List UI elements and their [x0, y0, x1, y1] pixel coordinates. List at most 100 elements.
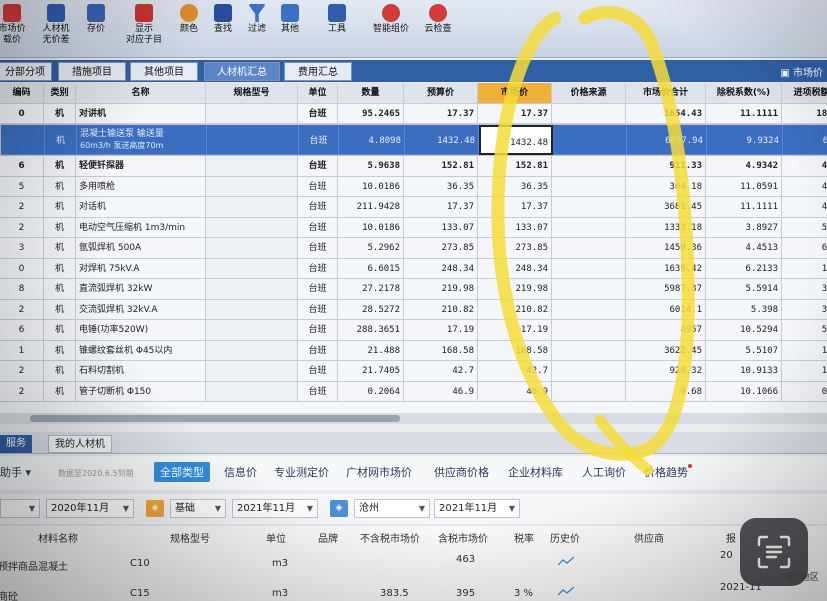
bcol-report[interactable]: 报 — [726, 530, 736, 545]
cell-spec[interactable] — [206, 103, 298, 124]
cell-total[interactable]: 1639.42 — [626, 258, 706, 279]
cloud-check-button[interactable]: 云检查 — [420, 0, 456, 58]
cell-market[interactable]: 152.81 — [478, 156, 552, 177]
bcol-brand[interactable]: 品牌 — [318, 530, 338, 545]
cell-type[interactable]: 机 — [44, 238, 76, 259]
cell-spec[interactable] — [206, 279, 298, 300]
cell-tax[interactable]: 10.5294 — [706, 320, 782, 341]
table-row[interactable]: 2 机交流弧焊机 32kV.A 台班 28.5272 210.82 210.82 6014.… — [0, 299, 827, 320]
cell-qty[interactable]: 288.3651 — [338, 320, 404, 341]
cell-code[interactable]: 2 — [0, 361, 44, 382]
col-header-source[interactable]: 价格来源 — [552, 83, 626, 104]
assistant-dropdown[interactable]: 助手 ▾ — [0, 464, 31, 480]
cell-input[interactable]: 183. — [782, 104, 827, 124]
subtab-labor-inquiry[interactable]: 人工询价 — [582, 464, 626, 480]
cell-budget[interactable]: 46.9 — [404, 381, 478, 402]
cell-total[interactable]: 928.32 — [626, 361, 706, 382]
cell-code[interactable] — [1, 125, 45, 155]
table-row[interactable]: 2 机管子切断机 Φ150 台班 0.2064 46.9 46.9 9.68 10.1066 0… — [0, 381, 827, 402]
cell-input[interactable]: 324 — [782, 300, 827, 320]
cell-spec[interactable] — [206, 299, 298, 320]
table-row[interactable]: 3 机氩弧焊机 500A 台班 5.2962 273.85 273.85 1450.36 4.… — [0, 238, 827, 259]
cell-unit[interactable]: 台班 — [298, 156, 338, 177]
cell-unit[interactable]: 台班 — [298, 340, 338, 361]
cell-unit[interactable]: 台班 — [298, 361, 338, 382]
history-chart-icon[interactable] — [558, 556, 574, 566]
bcol-spec[interactable]: 规格型号 — [170, 530, 210, 545]
col-header-qty[interactable]: 数量 — [338, 83, 404, 104]
cell-spec[interactable] — [206, 238, 298, 259]
col-header-spec[interactable]: 规格型号 — [206, 83, 298, 104]
cell-source[interactable] — [552, 299, 626, 320]
cell-type[interactable]: 机 — [44, 156, 76, 177]
cell-qty[interactable]: 211.9428 — [338, 197, 404, 218]
color-button[interactable]: 颜色 — [176, 0, 202, 58]
tab-cost-summary[interactable]: 费用汇总 — [284, 62, 352, 81]
cell-input[interactable]: 334 — [782, 279, 827, 300]
cell-code[interactable]: 1 — [0, 340, 44, 361]
cell-budget[interactable]: 1432.48 — [405, 125, 479, 155]
cell-qty[interactable]: 5.9638 — [338, 156, 404, 177]
cell-total[interactable]: 1450.36 — [626, 238, 706, 259]
subtab-price-trend[interactable]: 价格趋势 — [644, 464, 688, 480]
cell-input[interactable]: 101 — [782, 259, 827, 279]
cell-total[interactable]: 3681.45 — [626, 197, 706, 218]
cell-budget[interactable]: 36.35 — [404, 176, 478, 197]
cell-input[interactable]: 64. — [782, 238, 827, 259]
smart-pricing-button[interactable]: 智能组价 — [366, 0, 416, 58]
cell-budget[interactable]: 248.34 — [404, 258, 478, 279]
market-price-label[interactable]: ▣ 市场价 — [780, 64, 823, 79]
cell-type[interactable]: 机 — [44, 361, 76, 382]
cell-input[interactable]: 44. — [782, 156, 827, 177]
table-row[interactable]: 机混凝土输送泵 输送量 60m3/h 泵送高度70m 台班 4.8098 1432.48… — [0, 124, 827, 156]
cell-total[interactable]: 364.18 — [626, 176, 706, 197]
history-chart-icon[interactable] — [558, 586, 574, 596]
cell-market[interactable]: 1432.48 — [479, 125, 553, 155]
cell-total[interactable]: 9.68 — [626, 381, 706, 402]
cell-name[interactable]: 直流弧焊机 32kW — [76, 279, 206, 300]
table-row[interactable]: 2 机电动空气压缩机 1m3/min 台班 10.0186 133.07 133.07 13… — [0, 217, 827, 238]
find-button[interactable]: 查找 — [210, 0, 236, 58]
tab-labor-material-summary[interactable]: 人材机汇总 — [204, 62, 280, 81]
cell-budget[interactable]: 152.81 — [404, 156, 478, 177]
cell-unit[interactable]: 台班 — [298, 238, 338, 259]
cell-code[interactable]: 0 — [0, 103, 44, 124]
cell-name[interactable]: 电锤(功率520W) — [76, 320, 206, 341]
cell-type[interactable]: 机 — [45, 125, 77, 155]
cell-tax[interactable]: 10.1066 — [706, 381, 782, 402]
bcol-rate[interactable]: 税率 — [514, 530, 534, 545]
tools-button[interactable]: 工具 — [322, 0, 352, 58]
cell-market[interactable]: 17.37 — [478, 197, 552, 218]
cell-qty[interactable]: 21.7405 — [338, 361, 404, 382]
bcol-taxed[interactable]: 含税市场价 — [438, 530, 488, 545]
cell-name[interactable]: 多用喷枪 — [76, 176, 206, 197]
scrollbar-thumb[interactable] — [30, 415, 400, 422]
cell-name[interactable]: 对话机 — [76, 197, 206, 218]
cell-input[interactable]: 51. — [782, 218, 827, 238]
cell-tax[interactable]: 5.398 — [706, 299, 782, 320]
col-header-code[interactable]: 编码 — [0, 83, 44, 104]
col-header-name[interactable]: 名称 — [76, 83, 206, 104]
cell-budget[interactable]: 17.37 — [404, 197, 478, 218]
show-subitem-button[interactable]: 显示 对应子目 — [120, 0, 168, 58]
cell-unit[interactable]: 台班 — [298, 217, 338, 238]
cell-code[interactable]: 2 — [0, 381, 44, 402]
base-select[interactable]: 基础 ▼ — [170, 499, 226, 518]
col-header-budget[interactable]: 预算价 — [404, 83, 478, 104]
cell-tax[interactable]: 10.9133 — [706, 361, 782, 382]
cell-name[interactable]: 交流弧焊机 32kV.A — [76, 299, 206, 320]
cell-total[interactable]: 6897.94 — [627, 125, 707, 155]
cell-tax[interactable]: 6.2133 — [706, 258, 782, 279]
cell-source[interactable] — [552, 197, 626, 218]
cell-total[interactable]: 1654.43 — [626, 103, 706, 124]
cell-total[interactable]: 5987.37 — [626, 279, 706, 300]
cell-qty[interactable]: 4.8098 — [339, 125, 405, 155]
cell-type[interactable]: 机 — [44, 197, 76, 218]
cell-type[interactable]: 机 — [44, 103, 76, 124]
cell-source[interactable] — [552, 258, 626, 279]
cell-spec[interactable] — [206, 176, 298, 197]
cell-code[interactable]: 0 — [0, 258, 44, 279]
cell-type[interactable]: 机 — [44, 176, 76, 197]
filter-button[interactable]: 过滤 — [244, 0, 270, 58]
cell-source[interactable] — [552, 176, 626, 197]
